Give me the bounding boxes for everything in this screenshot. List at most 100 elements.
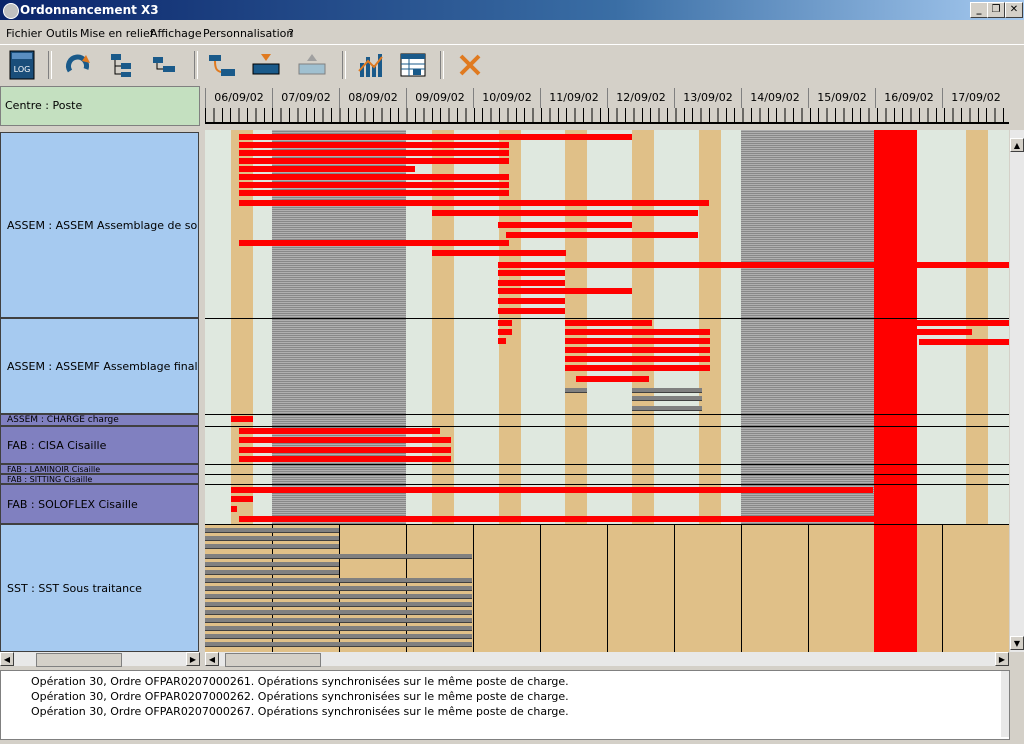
operation-bar [239, 166, 415, 172]
maximize-button[interactable]: ❐ [987, 2, 1005, 18]
centre-poste-header: Centre : Poste [0, 86, 200, 126]
sst-divider [808, 524, 809, 652]
date-label: 13/09/02 [674, 88, 741, 108]
menu-help[interactable]: ? [288, 27, 294, 40]
toolbar: LOG [0, 44, 1024, 85]
log-line: Opération 30, Ordre OFPAR0207000262. Opé… [31, 690, 569, 703]
log-line: Opération 30, Ordre OFPAR0207000261. Opé… [31, 675, 569, 688]
row-separator [205, 426, 1009, 427]
resource-row-assemf[interactable]: ASSEM : ASSEMF Assemblage final [0, 318, 199, 414]
gantt-horizontal-scrollbar[interactable]: ◀ ▶ [205, 652, 1009, 667]
move-icon [209, 55, 235, 76]
operation-bar [231, 506, 237, 512]
row-separator [205, 318, 1009, 319]
menu-personnalisation[interactable]: Personnalisation [203, 27, 293, 40]
operation-bar [565, 338, 710, 344]
resource-row-soloflex[interactable]: FAB : SOLOFLEX Cisaille [0, 484, 199, 524]
scroll-thumb[interactable] [36, 653, 122, 667]
subcontract-bar [205, 578, 472, 583]
resource-row-laminoir[interactable]: FAB : LAMINOIR Cisaille [0, 464, 199, 474]
scroll-down-arrow[interactable]: ▼ [1010, 636, 1024, 650]
chart-button[interactable] [354, 49, 386, 81]
scroll-thumb[interactable] [225, 653, 321, 667]
resource-row-assem[interactable]: ASSEM : ASSEM Assemblage de sous e [0, 132, 199, 318]
operation-bar [498, 222, 632, 228]
resource-row-sst[interactable]: SST : SST Sous traitance [0, 524, 199, 652]
close-window-button[interactable]: ✕ [1005, 2, 1023, 18]
subcontract-bar [205, 536, 339, 541]
subcontract-bar [205, 554, 472, 559]
subcontract-bar [205, 642, 472, 647]
menu-mise-en-relief[interactable]: Mise en relief [80, 27, 154, 40]
operation-bar-pending [632, 406, 702, 411]
subcontract-bar [205, 594, 472, 599]
expand-tree-button[interactable] [106, 49, 138, 81]
operation-bar [239, 190, 509, 196]
date-label: 14/09/02 [741, 88, 808, 108]
sst-divider [674, 524, 675, 652]
scroll-right-arrow[interactable]: ▶ [186, 652, 200, 666]
refresh-button[interactable] [62, 49, 94, 81]
subcontract-bar [205, 528, 339, 533]
tree-expand-icon [111, 54, 131, 77]
date-label: 17/09/02 [942, 88, 1009, 108]
operation-bar [239, 456, 451, 462]
operation-bar-pending [565, 388, 587, 393]
tree-collapse-icon [153, 57, 175, 72]
resource-row-cisa[interactable]: FAB : CISA Cisaille [0, 426, 199, 464]
operation-bar [239, 428, 440, 434]
menu-bar: Fichier Outils Mise en relief Affichage … [0, 22, 1024, 44]
date-label: 08/09/02 [339, 88, 406, 108]
operation-bar [565, 320, 652, 326]
row-separator [205, 414, 1009, 415]
collapse-tree-button[interactable] [148, 49, 180, 81]
date-label: 12/09/02 [607, 88, 674, 108]
log-icon: LOG [9, 50, 35, 80]
move-button[interactable] [206, 49, 238, 81]
operation-bar [498, 288, 632, 294]
log-scrollbar[interactable] [1001, 671, 1009, 737]
log-button[interactable]: LOG [6, 49, 38, 81]
scroll-left-arrow[interactable]: ◀ [205, 652, 219, 666]
scroll-left-arrow[interactable]: ◀ [0, 652, 14, 666]
operation-bar [498, 338, 506, 344]
date-label: 16/09/02 [875, 88, 942, 108]
sst-divider [607, 524, 608, 652]
operation-bar-pending [632, 388, 702, 393]
operation-bar-pending [632, 396, 702, 401]
subcontract-bar [205, 626, 472, 631]
menu-affichage[interactable]: Affichage [150, 27, 202, 40]
tree-horizontal-scrollbar[interactable]: ◀ ▶ [0, 652, 200, 667]
move-down-button[interactable] [250, 49, 282, 81]
table-chart-icon [400, 53, 426, 77]
subcontract-bar [205, 602, 472, 607]
operation-bar [565, 347, 710, 353]
operation-bar [239, 150, 509, 156]
subcontract-bar [205, 562, 339, 567]
sst-divider [540, 524, 541, 652]
operation-bar [239, 174, 509, 180]
resource-row-sitting[interactable]: FAB : SITTING Cisaille [0, 474, 199, 484]
operation-bar [239, 142, 509, 148]
cancel-button[interactable] [454, 49, 486, 81]
operation-bar [917, 329, 972, 335]
holiday-column [874, 130, 917, 652]
table-button[interactable] [397, 49, 429, 81]
operation-bar [498, 270, 565, 276]
move-up-button[interactable] [296, 49, 328, 81]
scroll-up-arrow[interactable]: ▲ [1010, 138, 1024, 152]
scroll-right-arrow[interactable]: ▶ [995, 652, 1009, 666]
operation-bar [565, 365, 710, 371]
vertical-scrollbar[interactable]: ▲ ▼ [1010, 130, 1024, 652]
operation-bar [432, 250, 566, 256]
down-arrow-icon [252, 54, 280, 75]
refresh-icon [66, 54, 90, 73]
menu-outils[interactable]: Outils [46, 27, 78, 40]
menu-fichier[interactable]: Fichier [6, 27, 42, 40]
resource-row-charge[interactable]: ASSEM : CHARGE charge [0, 414, 199, 426]
date-label: 09/09/02 [406, 88, 473, 108]
message-log: Opération 30, Ordre OFPAR0207000261. Opé… [0, 670, 1010, 740]
sst-divider [473, 524, 474, 652]
timeline-ruler [205, 108, 1009, 124]
minimize-button[interactable]: _ [970, 2, 988, 18]
